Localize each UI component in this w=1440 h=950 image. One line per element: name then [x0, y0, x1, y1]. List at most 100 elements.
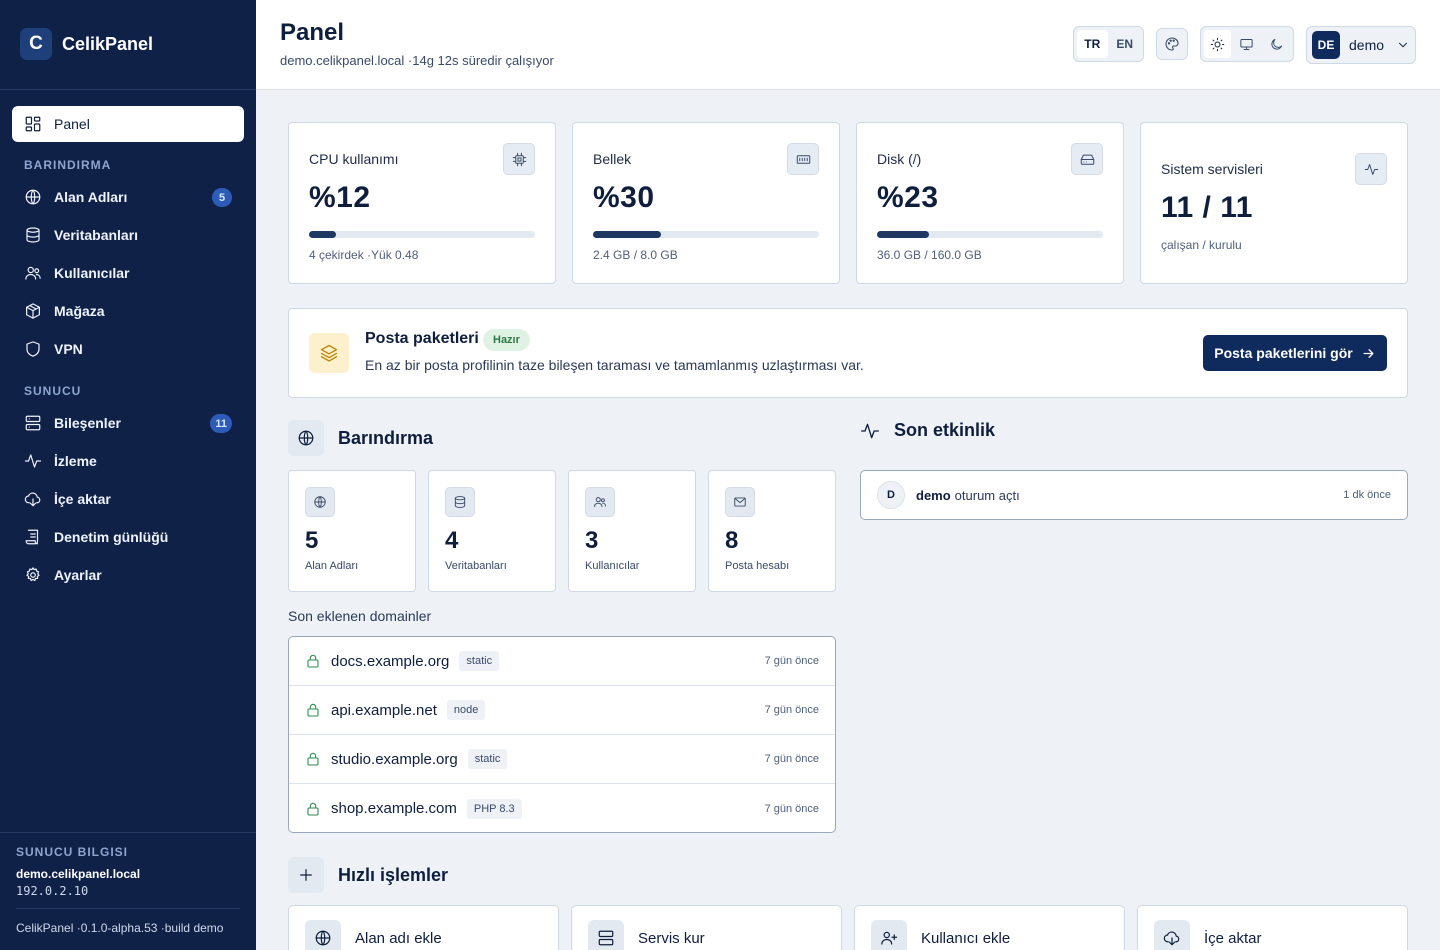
- user-menu[interactable]: DE demo: [1306, 26, 1416, 64]
- version-text: CelikPanel ·0.1.0-alpha.53 ·build demo: [16, 921, 224, 935]
- users-icon: [585, 487, 615, 517]
- lock-icon: [307, 752, 319, 766]
- sidebar-item-store[interactable]: Mağaza: [12, 293, 244, 329]
- domain-name: docs.example.org: [331, 652, 450, 670]
- stat-card-memory: Bellek %30 2.4 GB / 8.0 GB: [572, 122, 840, 284]
- domain-row[interactable]: studio.example.org static 7 gün önce: [289, 735, 835, 784]
- count-value: 3: [585, 527, 599, 554]
- sidebar-item-panel[interactable]: Panel: [12, 106, 244, 142]
- add-domain-button[interactable]: Alan adı ekle: [288, 905, 559, 950]
- activity-section-header: Son etkinlik: [860, 420, 995, 441]
- arrow-right-icon: [1363, 348, 1374, 358]
- count-value: 4: [445, 527, 459, 554]
- sidebar-item-label: Ayarlar: [54, 567, 102, 583]
- page-title: Panel: [280, 19, 345, 46]
- nav-section-server: SUNUCU: [24, 384, 82, 398]
- server-info: SUNUCU BILGISI demo.celikpanel.local 192…: [16, 845, 240, 898]
- sidebar-item-label: İçe aktar: [54, 491, 111, 507]
- hosting-card-databases[interactable]: 4 Veritabanları: [428, 470, 556, 592]
- users-icon: [25, 266, 41, 280]
- progress-fill: [593, 231, 661, 238]
- import-button[interactable]: İçe aktar: [1137, 905, 1408, 950]
- stat-card-services: Sistem servisleri 11 / 11 çalışan / kuru…: [1140, 122, 1408, 284]
- avatar: D: [877, 481, 905, 509]
- count-badge: 11: [210, 414, 232, 433]
- domain-tag: static: [467, 749, 508, 769]
- domain-row[interactable]: shop.example.com PHP 8.3 7 gün önce: [289, 784, 835, 832]
- memory-icon: [787, 143, 819, 175]
- button-label: Posta paketlerini gör: [1214, 345, 1353, 361]
- hosting-card-mail[interactable]: 8 Posta hesabı: [708, 470, 836, 592]
- section-title: Barındırma: [338, 427, 434, 448]
- progress-bar: [877, 231, 1103, 238]
- domain-row[interactable]: docs.example.org static 7 gün önce: [289, 637, 835, 686]
- language-tr-button[interactable]: TR: [1077, 30, 1108, 58]
- progress-bar: [309, 231, 535, 238]
- moon-icon: [1271, 38, 1282, 50]
- sidebar-divider: [0, 89, 256, 90]
- cpu-icon: [503, 143, 535, 175]
- domain-time: 7 gün önce: [764, 655, 819, 667]
- sidebar-item-settings[interactable]: Ayarlar: [12, 557, 244, 593]
- hosting-card-users[interactable]: 3 Kullanıcılar: [568, 470, 696, 592]
- stat-meta: 36.0 GB / 160.0 GB: [877, 248, 982, 262]
- add-user-button[interactable]: Kullanıcı ekle: [854, 905, 1125, 950]
- stat-meta: 4 çekirdek ·Yük 0.48: [309, 248, 419, 262]
- sun-icon: [1210, 37, 1225, 51]
- cloud-download-icon: [24, 492, 41, 507]
- hosting-section-header: Barındırma: [288, 420, 433, 456]
- sidebar-item-monitoring[interactable]: İzleme: [12, 443, 244, 479]
- language-en-button[interactable]: EN: [1110, 30, 1141, 58]
- domain-time: 7 gün önce: [764, 753, 819, 765]
- quick-action-label: Kullanıcı ekle: [921, 930, 1011, 947]
- count-badge: 5: [212, 188, 232, 207]
- palette-icon: [1165, 37, 1179, 51]
- sidebar-item-label: Bileşenler: [54, 415, 121, 431]
- sidebar-item-components[interactable]: Bileşenler 11: [12, 405, 244, 441]
- stat-label: Sistem servisleri: [1161, 161, 1263, 177]
- globe-icon: [25, 189, 41, 205]
- mail-packages-banner: Posta paketleri Hazır En az bir posta pr…: [288, 308, 1408, 398]
- sidebar-item-label: Veritabanları: [54, 227, 139, 243]
- dashboard-icon: [25, 116, 41, 132]
- stat-label: Bellek: [593, 151, 632, 167]
- hosting-card-domains[interactable]: 5 Alan Adları: [288, 470, 416, 592]
- activity-icon: [24, 454, 42, 468]
- theme-system-button[interactable]: [1233, 30, 1260, 58]
- install-service-button[interactable]: Servis kur: [571, 905, 842, 950]
- globe-icon: [288, 420, 324, 456]
- theme-switcher: [1200, 26, 1294, 62]
- stat-value: %23: [877, 181, 939, 214]
- sidebar-item-databases[interactable]: Veritabanları: [12, 217, 244, 253]
- chevron-down-icon: [1399, 42, 1407, 48]
- shield-icon: [26, 341, 40, 357]
- theme-dark-button[interactable]: [1263, 30, 1290, 58]
- sidebar-item-label: VPN: [54, 341, 83, 357]
- recent-domains-list: docs.example.org static 7 gün önce api.e…: [288, 636, 836, 833]
- brand[interactable]: C CelikPanel: [20, 28, 153, 60]
- sidebar-item-users[interactable]: Kullanıcılar: [12, 255, 244, 291]
- activity-item[interactable]: D demo oturum açtı 1 dk önce: [860, 470, 1408, 520]
- domain-name: shop.example.com: [331, 800, 457, 817]
- sidebar: C CelikPanel Panel BARINDIRMA Alan Adlar…: [0, 0, 256, 950]
- sidebar-item-domains[interactable]: Alan Adları 5: [12, 179, 244, 215]
- palette-button[interactable]: [1156, 28, 1188, 60]
- domain-row[interactable]: api.example.net node 7 gün önce: [289, 686, 835, 735]
- brand-logo: C: [20, 28, 52, 60]
- view-mail-packages-button[interactable]: Posta paketlerini gör: [1203, 335, 1387, 371]
- theme-light-button[interactable]: [1204, 30, 1232, 58]
- stat-card-cpu: CPU kullanımı %12 4 çekirdek ·Yük 0.48: [288, 122, 556, 284]
- sidebar-item-import[interactable]: İçe aktar: [12, 481, 244, 517]
- sidebar-item-vpn[interactable]: VPN: [12, 331, 244, 367]
- activity-text: oturum açtı: [954, 487, 1020, 503]
- stat-label: CPU kullanımı: [309, 151, 399, 167]
- stat-card-disk: Disk (/) %23 36.0 GB / 160.0 GB: [856, 122, 1124, 284]
- sidebar-item-label: Panel: [54, 116, 90, 132]
- section-title: Son etkinlik: [894, 420, 996, 440]
- package-icon: [26, 303, 40, 319]
- top-header: Panel demo.celikpanel.local ·14g 12s sür…: [256, 0, 1440, 90]
- sidebar-item-audit-log[interactable]: Denetim günlüğü: [12, 519, 244, 555]
- gear-icon: [26, 567, 40, 582]
- progress-bar: [593, 231, 819, 238]
- stat-value: %30: [593, 181, 655, 214]
